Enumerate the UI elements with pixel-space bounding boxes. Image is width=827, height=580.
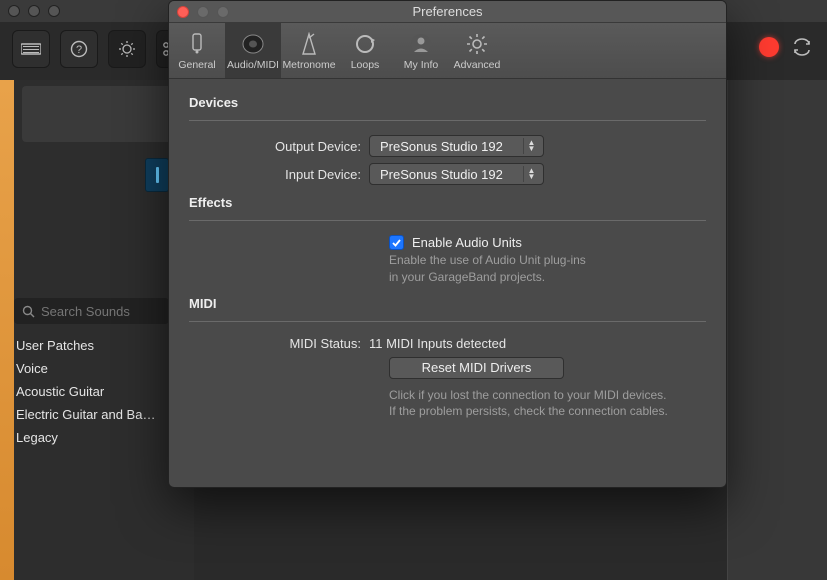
transport-right (759, 36, 813, 58)
myinfo-icon (409, 31, 433, 57)
tab-label: Audio/MIDI (227, 59, 279, 71)
input-device-value: PreSonus Studio 192 (380, 167, 503, 182)
preferences-window: Preferences General Audio/MIDIMetronome Lo… (168, 0, 727, 488)
audiomidi-icon (240, 31, 266, 57)
checkmark-icon (391, 237, 402, 248)
output-device-select[interactable]: PreSonus Studio 192 ▲▼ (369, 135, 544, 157)
tab-label: Advanced (454, 59, 501, 71)
devices-section: Devices Output Device: PreSonus Studio 1… (189, 95, 706, 185)
divider (189, 220, 706, 221)
close-window-icon[interactable] (8, 5, 20, 17)
sidebar-item[interactable]: User Patches (14, 334, 169, 357)
preferences-body: Devices Output Device: PreSonus Studio 1… (169, 79, 726, 450)
sidebar-item[interactable]: Electric Guitar and Ba… (14, 403, 169, 426)
sidebar-item[interactable]: Legacy (14, 426, 169, 449)
input-device-label: Input Device: (189, 167, 369, 182)
svg-text:?: ? (76, 44, 82, 56)
midi-status-value: 11 MIDI Inputs detected (369, 336, 506, 351)
effects-section: Effects Enable Audio Units Enable the us… (189, 195, 706, 286)
loops-icon (353, 31, 377, 57)
chevron-updown-icon: ▲▼ (523, 138, 539, 154)
midi-help-text: Click if you lost the connection to your… (389, 387, 706, 421)
search-icon (22, 305, 35, 318)
tab-advanced[interactable]: Advanced (449, 23, 505, 78)
track-header[interactable] (22, 86, 186, 142)
search-sounds-field[interactable] (14, 298, 169, 324)
zoom-window-icon[interactable] (48, 5, 60, 17)
advanced-icon (465, 31, 489, 57)
cycle-button[interactable] (791, 36, 813, 58)
devices-heading: Devices (189, 95, 706, 116)
output-device-label: Output Device: (189, 139, 369, 154)
region-clip[interactable] (145, 158, 169, 192)
preferences-toolbar: General Audio/MIDIMetronome Loops My Info Ad… (169, 23, 726, 79)
effects-help-text: Enable the use of Audio Unit plug-insin … (389, 252, 706, 286)
tab-label: Metronome (282, 59, 335, 71)
record-button[interactable] (759, 37, 779, 57)
reset-midi-drivers-label: Reset MIDI Drivers (422, 360, 532, 375)
divider (189, 321, 706, 322)
tab-general[interactable]: General (169, 23, 225, 78)
library-button[interactable] (12, 30, 50, 68)
enable-audio-units-checkbox[interactable] (389, 235, 404, 250)
tab-label: Loops (351, 59, 380, 71)
help-button[interactable]: ? (60, 30, 98, 68)
effects-heading: Effects (189, 195, 706, 216)
tab-label: My Info (404, 59, 438, 71)
output-device-value: PreSonus Studio 192 (380, 139, 503, 154)
chevron-updown-icon: ▲▼ (523, 166, 539, 182)
sidebar-item[interactable]: Voice (14, 357, 169, 380)
app-toolbar: ? (12, 30, 184, 68)
search-input[interactable] (41, 304, 161, 319)
sidebar-item[interactable]: Acoustic Guitar (14, 380, 169, 403)
tab-label: General (178, 59, 215, 71)
settings-button[interactable] (108, 30, 146, 68)
preferences-titlebar[interactable]: Preferences (169, 1, 726, 23)
minimize-window-icon[interactable] (28, 5, 40, 17)
tab-metronome[interactable]: Metronome (281, 23, 337, 78)
input-device-select[interactable]: PreSonus Studio 192 ▲▼ (369, 163, 544, 185)
track-color-strip (0, 80, 14, 580)
metronome-icon (299, 31, 319, 57)
enable-audio-units-label: Enable Audio Units (412, 235, 522, 250)
reset-midi-drivers-button[interactable]: Reset MIDI Drivers (389, 357, 564, 379)
divider (189, 120, 706, 121)
general-icon (186, 31, 208, 57)
midi-heading: MIDI (189, 296, 706, 317)
midi-status-label: MIDI Status: (189, 336, 369, 351)
window-title: Preferences (169, 4, 726, 19)
library-sidebar: User PatchesVoiceAcoustic GuitarElectric… (14, 298, 169, 449)
midi-section: MIDI MIDI Status: 11 MIDI Inputs detecte… (189, 296, 706, 421)
tab-audiomidi[interactable]: Audio/MIDI (225, 23, 281, 78)
tab-myinfo[interactable]: My Info (393, 23, 449, 78)
timeline-area[interactable] (727, 80, 827, 580)
tab-loops[interactable]: Loops (337, 23, 393, 78)
